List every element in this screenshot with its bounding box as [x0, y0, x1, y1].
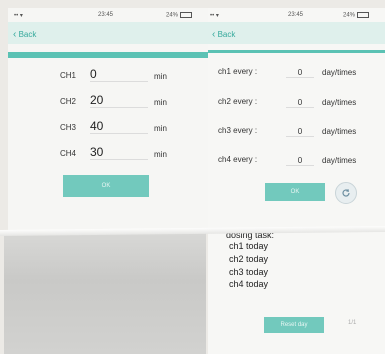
nav-bar: ‹ Back [8, 22, 208, 44]
back-button[interactable]: ‹ Back [212, 29, 235, 40]
refresh-icon [342, 189, 350, 197]
ch3-every-label: ch3 every : [218, 126, 258, 135]
header-accent-strip [208, 50, 385, 53]
ch1-unit: min [154, 72, 167, 81]
ch3-minutes-input[interactable]: 40 [90, 119, 148, 134]
refresh-button[interactable] [335, 182, 357, 204]
status-signal: •• ▾ [14, 13, 23, 19]
reset-day-button[interactable]: Reset day [264, 317, 324, 333]
nav-bar: ‹ Back [208, 22, 385, 44]
ok-button[interactable]: OK [63, 175, 149, 197]
back-button[interactable]: ‹ Back [13, 29, 36, 40]
ch4-every-unit: day/times [322, 156, 357, 165]
dosing-schedule-screen: •• ▾ 23:45 24% ‹ Back ch1 every : 0 day/… [208, 8, 385, 354]
ch4-minutes-input[interactable]: 30 [90, 145, 148, 160]
header-accent-strip [8, 52, 208, 58]
ok-button[interactable]: OK [265, 183, 325, 201]
ch4-every-label: ch4 every : [218, 155, 258, 164]
status-battery: 24% [166, 12, 192, 19]
ch2-every-unit: day/times [322, 98, 357, 107]
ch4-unit: min [154, 150, 167, 159]
ch1-label: CH1 [60, 71, 77, 80]
ch2-unit: min [154, 98, 167, 107]
ch2-every-label: ch2 every : [218, 97, 258, 106]
ch4-every-input[interactable]: 0 [286, 156, 314, 166]
dosing-time-screen: •• ▾ 23:45 24% ‹ Back CH1 0 min CH2 20 m… [8, 8, 208, 230]
ch3-unit: min [154, 124, 167, 133]
ch1-every-unit: day/times [322, 68, 357, 77]
ch1-minutes-input[interactable]: 0 [90, 67, 148, 82]
ch2-minutes-input[interactable]: 20 [90, 93, 148, 108]
ch2-label: CH2 [60, 97, 77, 106]
status-signal: •• ▾ [210, 13, 219, 19]
dosing-task-ch4: ch4 today [229, 279, 269, 289]
status-battery: 24% [343, 12, 369, 19]
ch3-every-input[interactable]: 0 [286, 127, 314, 137]
status-time: 23:45 [288, 12, 304, 18]
ch2-every-input[interactable]: 0 [286, 98, 314, 108]
chevron-left-icon: ‹ [13, 29, 17, 40]
left-screen-lower-area [4, 232, 206, 354]
dosing-task-ch2: ch2 today [229, 254, 269, 264]
ch1-every-input[interactable]: 0 [286, 68, 314, 78]
dosing-task-ch3: ch3 today [229, 267, 269, 277]
ch1-every-label: ch1 every : [218, 67, 258, 76]
battery-icon [179, 12, 192, 18]
ch3-every-unit: day/times [322, 127, 357, 136]
chevron-left-icon: ‹ [212, 29, 216, 40]
page-hint: 1/1 [348, 320, 357, 326]
ch3-label: CH3 [60, 123, 77, 132]
dosing-task-ch1: ch1 today [229, 241, 269, 251]
ch4-label: CH4 [60, 149, 77, 158]
battery-icon [356, 12, 369, 18]
status-time: 23:45 [98, 12, 114, 18]
